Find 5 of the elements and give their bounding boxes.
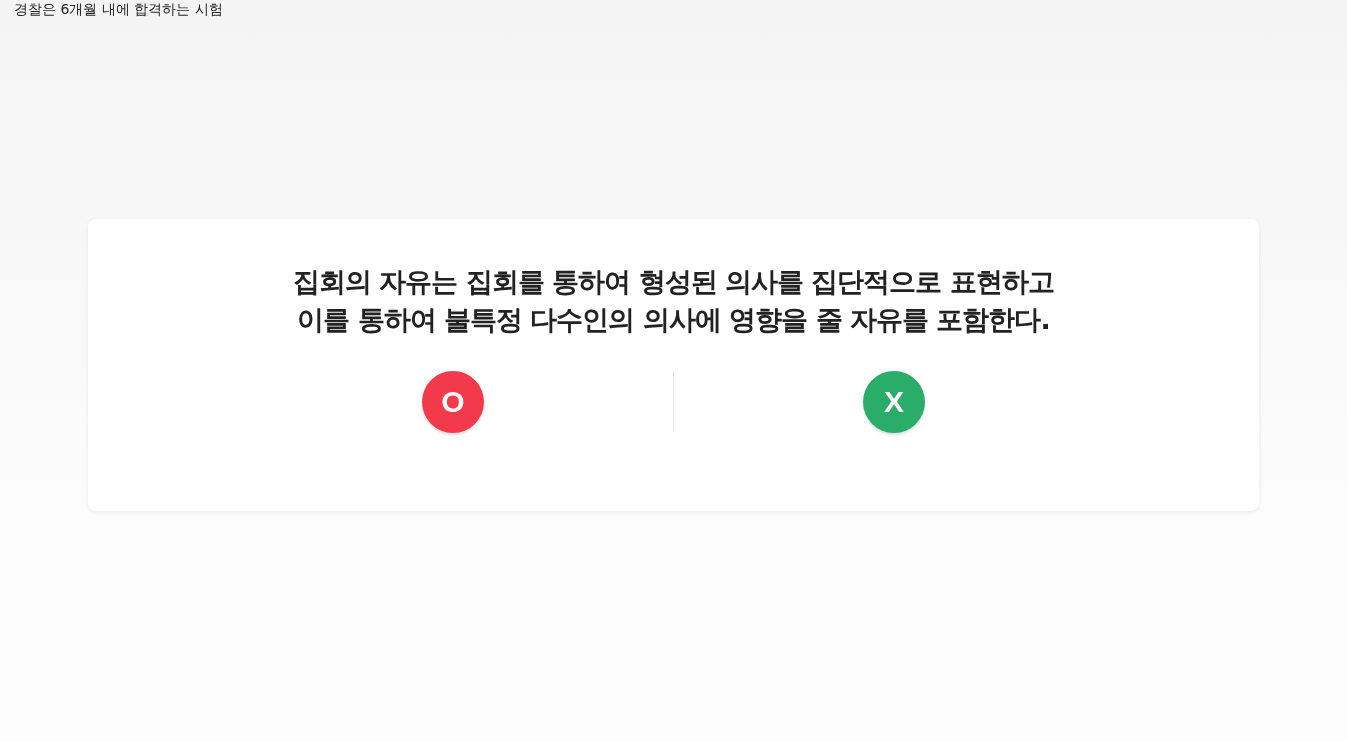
- page-title: 경찰은 6개월 내에 합격하는 시험: [13, 0, 224, 18]
- answer-button[interactable]: O: [422, 371, 484, 433]
- answer-button[interactable]: X: [863, 371, 925, 433]
- question-text: 집회의 자유는 집회를 통하여 형성된 의사를 집단적으로 표현하고: [293, 265, 1054, 299]
- question-text: 이를 통하여 불특정 다수인의 의사에 영향을 줄 자유를 포함한다.: [297, 303, 1050, 337]
